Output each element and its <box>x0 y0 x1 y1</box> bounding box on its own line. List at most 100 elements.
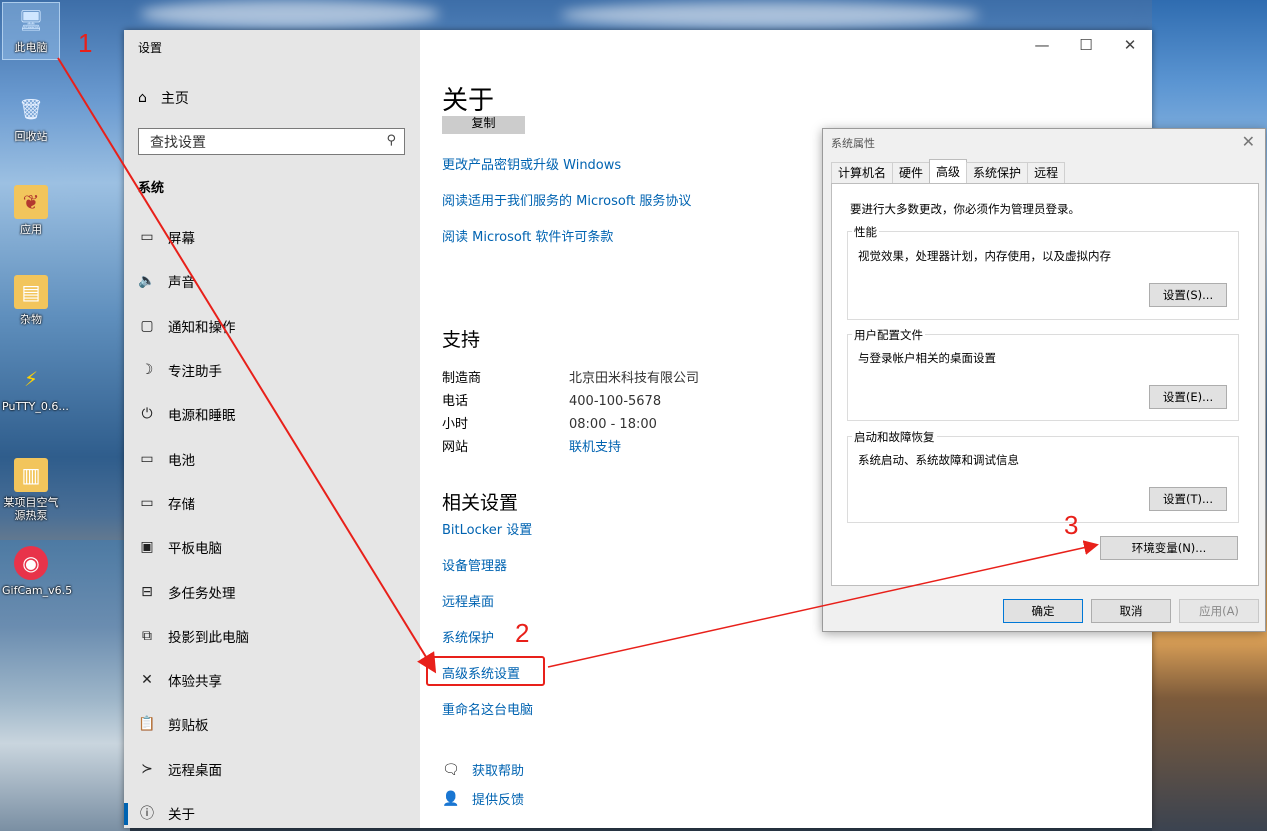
license-terms-link[interactable]: 阅读 Microsoft 软件许可条款 <box>442 226 613 245</box>
folder-icon: ▥ <box>14 458 48 492</box>
tab-system-protection[interactable]: 系统保护 <box>966 162 1029 183</box>
device-manager-link[interactable]: 设备管理器 <box>442 555 507 574</box>
sidebar-item[interactable]: ▭ 屏幕 <box>124 215 420 259</box>
feedback-icon: 👤 <box>442 790 460 807</box>
settings-nav: ▭ 屏幕 🔈 声音 ▢ 通知和操作 ☽ 专注助手 ⏻ 电源和睡眠 ▭ 电池 ▭ 存储 ▣ 平板电脑 ⊟ 多任务处理… <box>124 215 420 831</box>
sidebar-item[interactable]: ✕ 体验共享 <box>124 658 420 702</box>
sidebar-item-label: 体验共享 <box>168 674 222 691</box>
battery-icon: ▭ <box>140 450 154 467</box>
startup-recovery-settings-button[interactable]: 设置(T)... <box>1149 487 1227 511</box>
settings-sidebar: 设置 ⌂ 主页 查找设置 ⚲ 系统 ▭ 屏幕 🔈 声音 ▢ 通知和操作 ☽ 专注助手 ⏻ 电源和睡… <box>124 30 420 828</box>
sidebar-item[interactable]: 🔈 声音 <box>124 259 420 303</box>
change-product-key-link[interactable]: 更改产品密钥或升级 Windows <box>442 154 621 173</box>
sidebar-item[interactable]: ≻ 远程桌面 <box>124 747 420 791</box>
search-input[interactable]: 查找设置 ⚲ <box>138 128 405 155</box>
feedback-link[interactable]: 👤 提供反馈 <box>442 789 524 809</box>
sidebar-item[interactable]: ⏻ 电源和睡眠 <box>124 392 420 436</box>
performance-settings-button[interactable]: 设置(S)... <box>1149 283 1227 307</box>
remote-desktop-link[interactable]: 远程桌面 <box>442 591 494 610</box>
sidebar-item-label: 存储 <box>168 496 195 513</box>
sidebar-item-label: 关于 <box>168 807 195 823</box>
desktop-icon-apps[interactable]: ❦ 应用 <box>2 185 60 236</box>
support-row: 小时 08:00 - 18:00 <box>442 417 657 432</box>
support-row: 网站 联机支持 <box>442 440 622 455</box>
cancel-button[interactable]: 取消 <box>1091 599 1171 623</box>
sidebar-item-label: 多任务处理 <box>168 585 236 602</box>
group-description: 系统启动、系统故障和调试信息 <box>858 453 1019 467</box>
sidebar-item[interactable]: ⓘ 关于 <box>124 791 420 831</box>
sidebar-item-label: 声音 <box>168 275 195 292</box>
rename-pc-link[interactable]: 重命名这台电脑 <box>442 699 533 718</box>
camera-icon: ◉ <box>14 546 48 580</box>
tab-computer-name[interactable]: 计算机名 <box>831 162 894 183</box>
tab-remote[interactable]: 远程 <box>1027 162 1066 183</box>
putty-icon: ⚡ <box>23 367 39 391</box>
folder-icon: ▤ <box>14 275 48 309</box>
desktop-icon-misc[interactable]: ▤ 杂物 <box>2 275 60 326</box>
sidebar-item[interactable]: ▭ 电池 <box>124 436 420 480</box>
desktop-icon-recycle-bin[interactable]: 🗑 回收站 <box>2 92 60 143</box>
get-help-link[interactable]: 🗨 获取帮助 <box>442 760 524 780</box>
project-icon: ⧉ <box>142 627 152 644</box>
power-icon: ⏻ <box>141 406 153 423</box>
desktop-icon-project[interactable]: ▥ 某项目空气源热泵 <box>2 458 60 522</box>
group-title: 用户配置文件 <box>852 327 925 343</box>
group-title: 启动和故障恢复 <box>852 429 937 445</box>
page-title: 关于 <box>442 86 495 116</box>
dialog-close-button[interactable]: ✕ <box>1242 132 1255 151</box>
search-icon[interactable]: ⚲ <box>386 133 396 148</box>
sidebar-item[interactable]: 📋 剪贴板 <box>124 702 420 746</box>
bitlocker-link[interactable]: BitLocker 设置 <box>442 519 532 538</box>
sidebar-item-label: 电源和睡眠 <box>168 408 236 425</box>
copy-button[interactable]: 复制 <box>442 116 525 134</box>
wallpaper-cloud <box>560 2 980 28</box>
sidebar-item-label: 电池 <box>168 452 195 469</box>
info-icon: ⓘ <box>140 806 154 822</box>
multitask-icon: ⊟ <box>141 583 153 600</box>
tab-hardware[interactable]: 硬件 <box>892 162 931 183</box>
performance-group: 性能 视觉效果，处理器计划，内存使用，以及虚拟内存 设置(S)... <box>847 224 1239 320</box>
desktop-icon-gifcam[interactable]: ◉ GifCam_v6.5 <box>2 546 72 597</box>
support-row: 电话 400-100-5678 <box>442 394 662 409</box>
sidebar-item-label: 投影到此电脑 <box>168 629 249 646</box>
annotation-step-1: 1 <box>78 28 93 58</box>
speaker-icon: 🔈 <box>138 273 156 290</box>
folder-icon: ❦ <box>14 185 48 219</box>
admin-note: 要进行大多数更改，你必须作为管理员登录。 <box>850 202 1080 216</box>
tab-advanced[interactable]: 高级 <box>929 159 968 183</box>
minimize-button[interactable]: — <box>1020 30 1064 60</box>
support-row: 制造商 北京田米科技有限公司 <box>442 371 700 386</box>
remote-icon: ≻ <box>141 760 153 777</box>
sidebar-item-label: 通知和操作 <box>168 319 236 336</box>
service-agreement-link[interactable]: 阅读适用于我们服务的 Microsoft 服务协议 <box>442 190 691 209</box>
close-button[interactable]: ✕ <box>1108 30 1152 60</box>
help-icon: 🗨 <box>442 761 460 778</box>
environment-variables-button[interactable]: 环境变量(N)... <box>1100 536 1238 560</box>
sidebar-item[interactable]: ▣ 平板电脑 <box>124 525 420 569</box>
sidebar-item[interactable]: ⧉ 投影到此电脑 <box>124 614 420 658</box>
home-icon: ⌂ <box>138 90 147 106</box>
user-profiles-settings-button[interactable]: 设置(E)... <box>1149 385 1227 409</box>
window-controls: — ☐ ✕ <box>1020 30 1152 60</box>
system-protection-link[interactable]: 系统保护 <box>442 627 494 646</box>
apply-button[interactable]: 应用(A) <box>1179 599 1259 623</box>
sidebar-item[interactable]: ☽ 专注助手 <box>124 348 420 392</box>
desktop-icon-putty[interactable]: ⚡ PuTTY_0.6... <box>2 362 69 413</box>
window-title: 设置 <box>138 41 163 55</box>
sidebar-item[interactable]: ▢ 通知和操作 <box>124 304 420 348</box>
maximize-button[interactable]: ☐ <box>1064 30 1108 60</box>
home-link[interactable]: ⌂ 主页 <box>138 88 189 108</box>
annotation-highlight-box <box>426 656 545 686</box>
tablet-icon: ▣ <box>140 539 154 556</box>
sidebar-item-label: 剪贴板 <box>168 718 209 735</box>
ok-button[interactable]: 确定 <box>1003 599 1083 623</box>
sidebar-item[interactable]: ⊟ 多任务处理 <box>124 569 420 613</box>
dialog-tabs: 计算机名 硬件 高级 系统保护 远程 <box>831 159 1066 183</box>
user-profiles-group: 用户配置文件 与登录帐户相关的桌面设置 设置(E)... <box>847 327 1239 421</box>
wallpaper-cloud <box>140 0 440 28</box>
annotation-step-2: 2 <box>515 618 530 648</box>
sidebar-item-label: 平板电脑 <box>168 541 222 558</box>
desktop-icon-this-pc[interactable]: 🖥 此电脑 <box>2 2 60 60</box>
online-support-link[interactable]: 联机支持 <box>569 440 621 455</box>
sidebar-item[interactable]: ▭ 存储 <box>124 481 420 525</box>
